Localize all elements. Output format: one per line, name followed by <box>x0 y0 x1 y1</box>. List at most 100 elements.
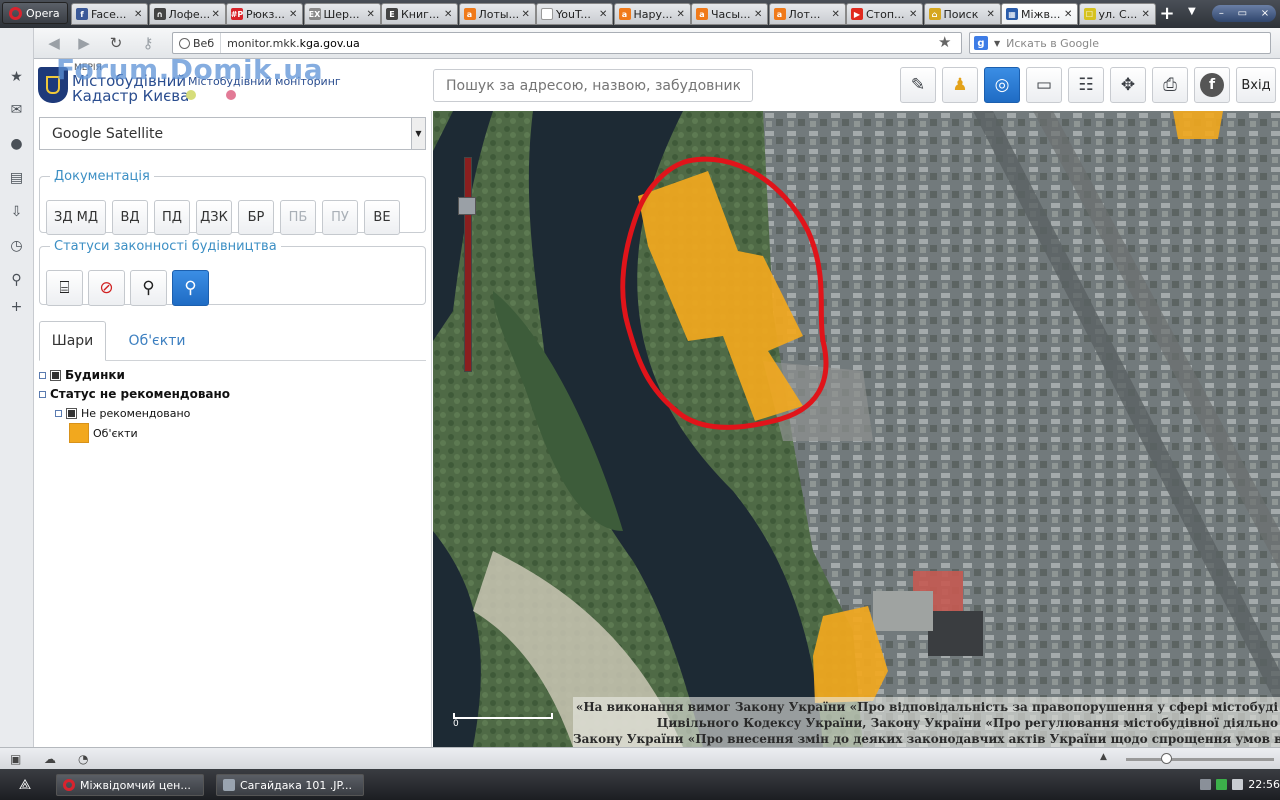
magnifier-icon[interactable]: ⚲ <box>130 270 167 306</box>
browser-tab[interactable]: ☐ ул. С... ✕ <box>1078 3 1156 25</box>
reload-icon[interactable]: ↻ <box>106 34 126 52</box>
window-controls[interactable]: – ▭ × <box>1212 5 1276 22</box>
tab-close-icon[interactable]: ✕ <box>367 9 377 20</box>
prohibited-building-icon[interactable]: ⊘ <box>88 270 125 306</box>
tab-close-icon[interactable]: ✕ <box>444 9 454 20</box>
tree-item-status-not-recommended[interactable]: Статус не рекомендовано <box>39 387 230 401</box>
tab-close-icon[interactable]: ✕ <box>212 9 222 20</box>
doc-button-pu[interactable]: ПУ <box>322 200 358 235</box>
tab-close-icon[interactable]: ✕ <box>1142 9 1152 20</box>
doc-button-zd-md[interactable]: ЗД МД <box>46 200 106 235</box>
satellite-map[interactable]: 0 «На виконання вимог Закону України «Пр… <box>433 111 1280 747</box>
doc-button-pd[interactable]: ПД <box>154 200 190 235</box>
login-button[interactable]: Вхід <box>1236 67 1276 103</box>
search-engine-chevron-icon[interactable]: ▼ <box>994 39 1000 48</box>
browser-tab[interactable]: f Face... ✕ <box>71 3 148 25</box>
tray-volume-icon[interactable] <box>1232 779 1244 790</box>
new-tab-icon[interactable]: + <box>1158 4 1176 24</box>
mail-icon[interactable]: ✉ <box>8 101 25 118</box>
browser-tab[interactable]: a Лоты... ✕ <box>458 3 536 25</box>
tray-clock[interactable]: 22:56 <box>1248 778 1280 791</box>
bookmark-star-icon[interactable]: ★ <box>938 33 951 51</box>
tab-close-icon[interactable]: ✕ <box>522 9 532 20</box>
measure-ruler-icon[interactable]: ▭ <box>1026 67 1062 103</box>
tab-objects[interactable]: Об'єкти <box>117 321 197 361</box>
expand-icon[interactable] <box>55 410 62 417</box>
key-icon[interactable]: ⚷ <box>138 34 158 52</box>
doc-button-dzk[interactable]: ДЗК <box>196 200 232 235</box>
speed-dial-icon[interactable]: ◔ <box>78 752 88 766</box>
browser-tab[interactable]: a Нару... ✕ <box>613 3 691 25</box>
security-badge[interactable]: Веб <box>173 33 222 53</box>
browser-tab[interactable]: a Лот... ✕ <box>768 3 846 25</box>
tab-close-icon[interactable]: ✕ <box>134 9 144 20</box>
tab-close-icon[interactable]: ✕ <box>909 9 919 20</box>
tab-close-icon[interactable]: ✕ <box>289 9 299 20</box>
bookmarks-star-icon[interactable]: ★ <box>8 68 25 85</box>
google-search-field[interactable]: g ▼ Искать в Google <box>969 32 1271 54</box>
tray-network-icon[interactable] <box>1216 779 1228 790</box>
layer-checkbox[interactable] <box>66 408 77 419</box>
browser-tab[interactable]: EX Шер... ✕ <box>303 3 381 25</box>
base-layer-select[interactable]: Google Satellite ▼ <box>39 117 426 150</box>
tab-layers[interactable]: Шари <box>39 321 106 361</box>
tab-menu-chevron-icon[interactable]: ▼ <box>1188 6 1196 17</box>
street-view-person-icon[interactable]: ♟ <box>942 67 978 103</box>
minimize-icon[interactable]: – <box>1219 8 1224 19</box>
doc-button-br[interactable]: БР <box>238 200 274 235</box>
taskbar-item-browser[interactable]: Міжвідомчий цен... <box>56 774 204 796</box>
panel-toggle-icon[interactable]: ▣ <box>10 752 21 766</box>
zoom-slider-knob[interactable] <box>1161 753 1172 764</box>
layers-tree-icon[interactable]: ☷ <box>1068 67 1104 103</box>
expand-icon[interactable] <box>39 390 46 398</box>
tab-close-icon[interactable]: ✕ <box>987 9 997 20</box>
layer-checkbox[interactable] <box>50 369 61 381</box>
back-icon[interactable]: ◀ <box>44 34 64 52</box>
expand-icon[interactable] <box>39 371 46 379</box>
browser-tab[interactable]: ▦ Міжв... ✕ <box>1001 3 1078 25</box>
tray-monitor-icon[interactable] <box>1200 779 1212 790</box>
tab-close-icon[interactable]: ✕ <box>832 9 842 20</box>
fullscreen-arrows-icon[interactable]: ✥ <box>1110 67 1146 103</box>
browser-tab[interactable]: ▶ Стоп... ✕ <box>846 3 923 25</box>
zoom-up-arrow-icon[interactable]: ▲ <box>1100 752 1107 762</box>
browser-tab[interactable]: E Книг... ✕ <box>381 3 458 25</box>
search-icon[interactable]: ⚲ <box>8 271 25 288</box>
notes-icon[interactable]: ▤ <box>8 169 25 186</box>
tab-close-icon[interactable]: ✕ <box>599 9 609 20</box>
browser-tab[interactable]: ∩ Лофе... ✕ <box>148 3 226 25</box>
forward-icon[interactable]: ▶ <box>74 34 94 52</box>
downloads-icon[interactable]: ⇩ <box>8 203 25 220</box>
tab-close-icon[interactable]: ✕ <box>1064 9 1074 20</box>
start-button[interactable]: ⟁ <box>0 772 50 797</box>
zoom-bar[interactable] <box>464 157 472 372</box>
url-field[interactable]: Веб monitor.mkk.kga.gov.ua <box>172 32 962 54</box>
tab-close-icon[interactable]: ✕ <box>677 9 687 20</box>
browser-tab[interactable]: YouT... ✕ <box>536 3 613 25</box>
add-panel-icon[interactable]: + <box>8 298 25 315</box>
print-icon[interactable]: ⎙ <box>1152 67 1188 103</box>
opera-menu-button[interactable]: Opera <box>2 2 68 24</box>
tree-item-not-recommended[interactable]: Не рекомендовано <box>55 407 190 420</box>
doc-button-pb[interactable]: ПБ <box>280 200 316 235</box>
construction-crane-icon[interactable]: ⌸ <box>46 270 83 306</box>
address-search-input[interactable] <box>433 69 753 102</box>
close-icon[interactable]: × <box>1261 8 1269 19</box>
turbo-cloud-icon[interactable]: ☁ <box>44 752 56 766</box>
history-clock-icon[interactable]: ◷ <box>8 237 25 254</box>
question-magnifier-icon[interactable]: ⚲ <box>172 270 209 306</box>
browser-tab[interactable]: a Часы... ✕ <box>691 3 768 25</box>
navigate-compass-icon[interactable]: ◎ <box>984 67 1020 103</box>
browser-tab[interactable]: ⌂ Поиск ✕ <box>923 3 1001 25</box>
contacts-icon[interactable]: ● <box>8 135 25 152</box>
taskbar-item-image-viewer[interactable]: Сагайдака 101 .JP... <box>216 774 364 796</box>
facebook-icon[interactable]: f <box>1194 67 1230 103</box>
edit-pencil-icon[interactable]: ✎ <box>900 67 936 103</box>
page-zoom-slider[interactable] <box>1126 753 1274 764</box>
doc-button-vd[interactable]: ВД <box>112 200 148 235</box>
tree-item-buildings[interactable]: Будинки <box>39 368 125 382</box>
chevron-down-icon[interactable]: ▼ <box>411 118 425 149</box>
doc-button-ve[interactable]: ВЕ <box>364 200 400 235</box>
maximize-icon[interactable]: ▭ <box>1238 8 1247 19</box>
tab-close-icon[interactable]: ✕ <box>754 9 764 20</box>
